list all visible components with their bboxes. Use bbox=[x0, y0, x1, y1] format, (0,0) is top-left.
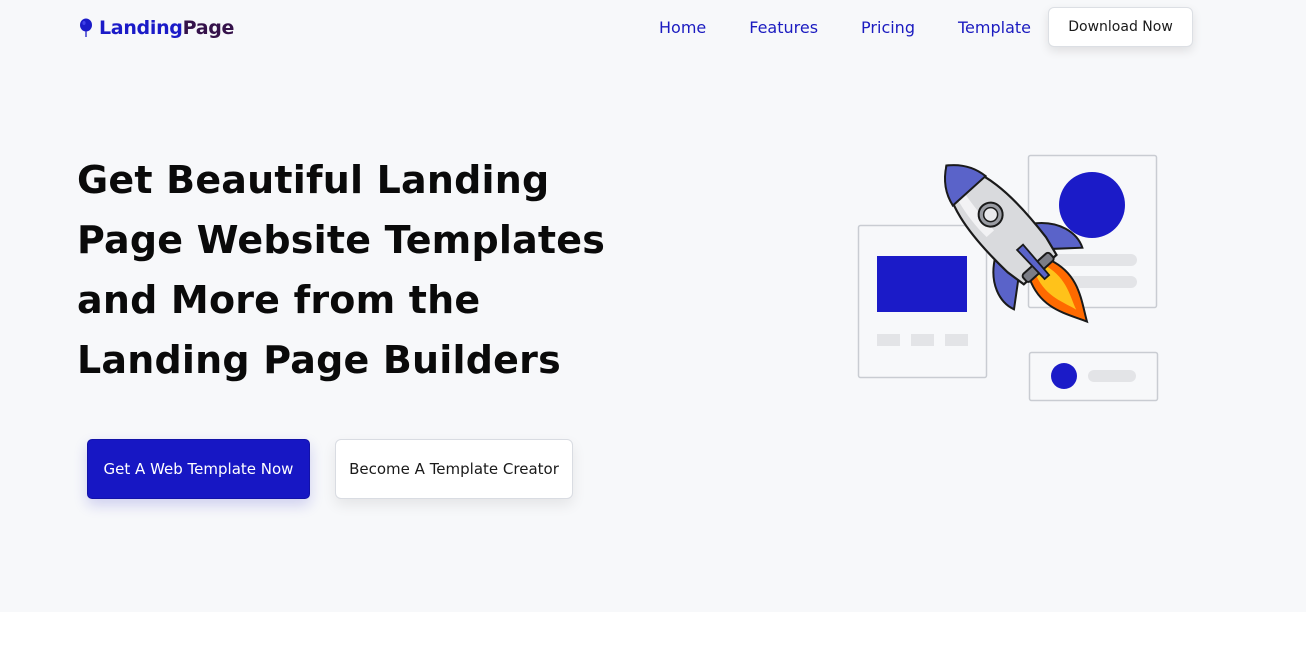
balloon-pin-icon bbox=[79, 18, 93, 38]
nav-link-template[interactable]: Template bbox=[958, 18, 1031, 37]
download-now-button[interactable]: Download Now bbox=[1048, 7, 1193, 47]
hero-section: LandingPage Home Features Pricing Templa… bbox=[0, 0, 1306, 612]
brand-name-part2: Page bbox=[182, 17, 235, 39]
nav-link-home[interactable]: Home bbox=[659, 18, 706, 37]
next-section bbox=[0, 612, 1306, 652]
brand-name-part1: Landing bbox=[99, 17, 183, 39]
template-card-small bbox=[1028, 351, 1159, 402]
template-card-left bbox=[857, 224, 988, 379]
become-creator-button[interactable]: Become A Template Creator bbox=[335, 439, 573, 499]
brand-name: LandingPage bbox=[99, 17, 234, 39]
brand-logo[interactable]: LandingPage bbox=[79, 17, 234, 39]
get-template-button[interactable]: Get A Web Template Now bbox=[87, 439, 310, 499]
hero-headline: Get Beautiful Landing Page Website Templ… bbox=[77, 150, 647, 390]
headline-line-3: and More from the bbox=[77, 278, 481, 322]
nav-link-pricing[interactable]: Pricing bbox=[861, 18, 915, 37]
nav-link-features[interactable]: Features bbox=[749, 18, 818, 37]
rocket-launch-illustration bbox=[850, 150, 1170, 410]
main-nav: Home Features Pricing Template bbox=[659, 18, 1031, 37]
headline-line-2: Page Website Templates bbox=[77, 218, 606, 262]
headline-line-1: Get Beautiful Landing bbox=[77, 158, 550, 202]
headline-line-4: Landing Page Builders bbox=[77, 338, 561, 382]
